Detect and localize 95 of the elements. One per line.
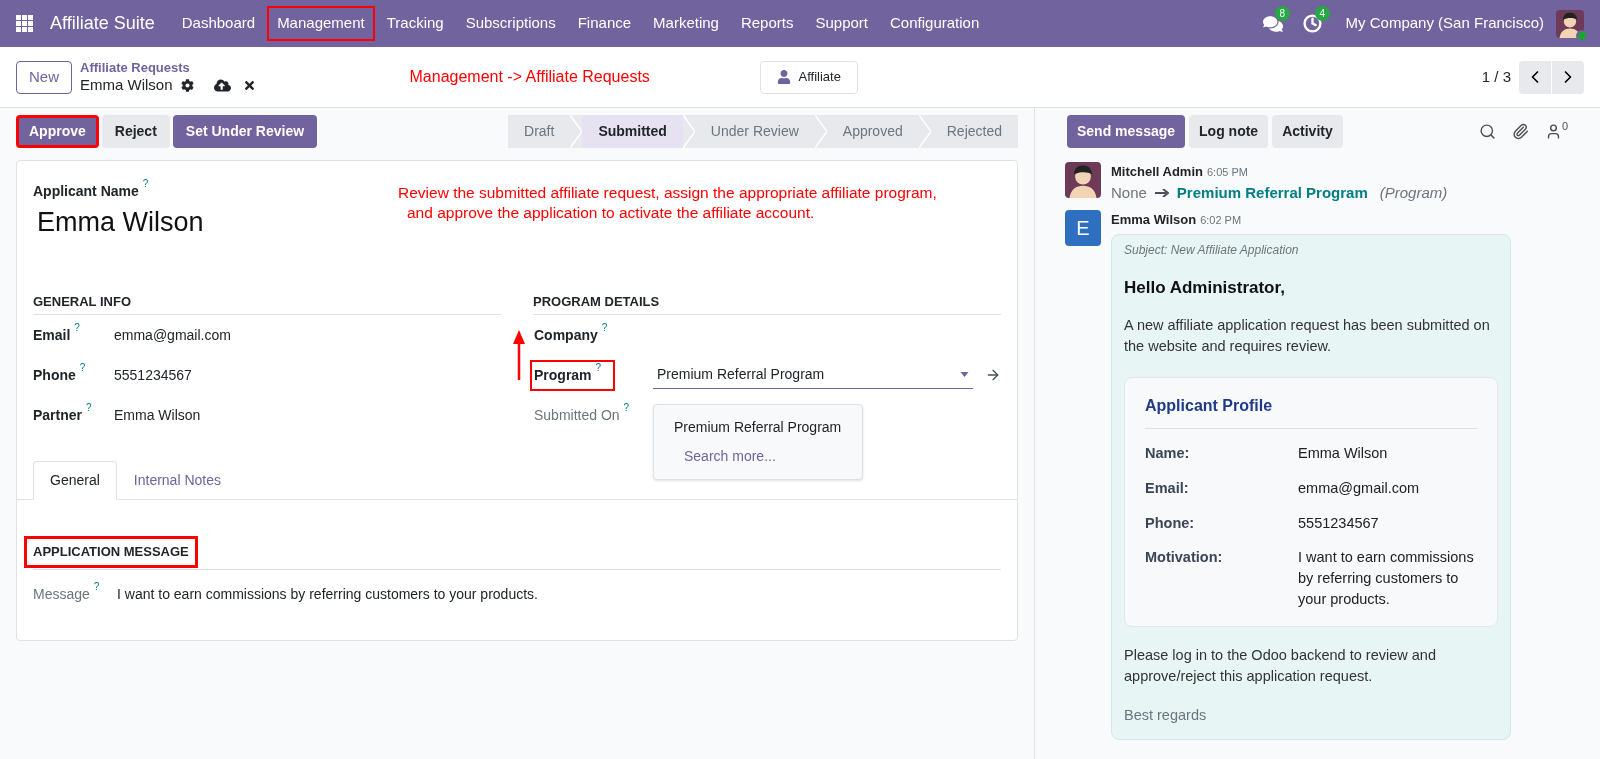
- field-value: emma@gmail.com: [114, 325, 231, 345]
- message-time: 6:02 PM: [1200, 213, 1242, 228]
- email-closing: Best regards: [1124, 706, 1208, 726]
- email-subject: Subject: New Affiliate Application: [1124, 241, 1300, 259]
- company-switcher[interactable]: My Company (San Francisco): [1345, 12, 1544, 35]
- affiliate-smart-button[interactable]: Affiliate: [759, 60, 858, 94]
- menu-item[interactable]: Subscriptions: [455, 6, 566, 41]
- pager-value[interactable]: 1 / 3: [1481, 65, 1511, 89]
- help-mark[interactable]: ?: [93, 581, 100, 592]
- field-label: Email: [33, 325, 71, 345]
- profile-value: 5551234567: [1298, 513, 1380, 533]
- message-author: Mitchell Admin: [1111, 163, 1203, 181]
- help-mark[interactable]: ?: [79, 362, 86, 373]
- profile-label: Motivation:: [1145, 548, 1224, 568]
- stage-separator-icon: [918, 114, 931, 148]
- app-name[interactable]: Affiliate Suite: [50, 10, 155, 37]
- section-heading: APPLICATION MESSAGE: [24, 536, 198, 568]
- chatter-button[interactable]: Send message: [1067, 114, 1186, 148]
- form-tab[interactable]: General: [33, 461, 117, 501]
- field-value: 5551234567: [114, 365, 192, 385]
- field-label: Partner: [33, 405, 83, 425]
- email-greeting: Hello Administrator,: [1124, 276, 1286, 299]
- help-mark[interactable]: ?: [595, 362, 602, 373]
- field-label: Submitted On: [534, 405, 620, 425]
- chatter-button[interactable]: Activity: [1272, 114, 1343, 148]
- new-button[interactable]: New: [16, 60, 72, 94]
- menu-item[interactable]: Configuration: [880, 6, 990, 41]
- search-icon[interactable]: [1478, 122, 1496, 140]
- section-heading: GENERAL INFO: [33, 291, 501, 316]
- field-label: Phone: [33, 365, 76, 385]
- menu-item[interactable]: Reports: [730, 6, 804, 41]
- field-value: Emma Wilson: [114, 405, 201, 425]
- field-label: Applicant Name: [33, 182, 139, 201]
- help-mark[interactable]: ?: [623, 402, 630, 413]
- annotation-arrow: [513, 329, 525, 380]
- record-name: Emma Wilson: [80, 75, 173, 95]
- old-value: None: [1111, 182, 1147, 203]
- profile-title: Applicant Profile: [1145, 394, 1477, 429]
- profile-value: emma@gmail.com: [1298, 478, 1421, 498]
- help-mark[interactable]: ?: [601, 322, 608, 333]
- stage-separator-icon: [570, 114, 583, 148]
- message-author: Emma Wilson: [1111, 211, 1197, 229]
- menu-item[interactable]: Tracking: [376, 6, 454, 41]
- field-value: I want to earn commissions by referring customers to your products.: [117, 584, 538, 604]
- profile-label: Email:: [1145, 478, 1190, 498]
- action-button[interactable]: Set Under Review: [172, 114, 318, 148]
- profile-label: Phone:: [1145, 513, 1196, 533]
- dropdown-caret-icon[interactable]: [960, 372, 969, 378]
- avatar-icon: [1065, 162, 1101, 198]
- profile-value: I want to earn commissions by referring customers to your products.: [1298, 548, 1475, 610]
- help-mark[interactable]: ?: [86, 402, 92, 413]
- activities-badge: 4: [1314, 6, 1331, 21]
- stage-separator-icon: [682, 114, 695, 148]
- new-value: Premium Referral Program: [1176, 182, 1368, 203]
- email-paragraph: Please log in to the Odoo backend to review and approve/reject this application request.: [1124, 646, 1437, 687]
- program-select-field[interactable]: Premium Referral Program: [653, 361, 973, 390]
- email-paragraph: A new affiliate application request has been submitted on the website and requires review.: [1124, 316, 1491, 356]
- search-more-option[interactable]: Search more...: [654, 441, 862, 471]
- help-mark[interactable]: ?: [142, 179, 149, 189]
- tracked-field: (Program): [1379, 181, 1448, 204]
- menu-item[interactable]: Dashboard: [171, 6, 266, 41]
- avatar-icon: [1556, 9, 1584, 38]
- field-label: Message: [33, 584, 90, 604]
- arrow-right-icon: [1154, 188, 1169, 197]
- menu-item[interactable]: Finance: [567, 6, 642, 41]
- followers-count: 0: [1561, 120, 1568, 132]
- user-icon: [776, 70, 791, 84]
- paperclip-icon[interactable]: [1511, 122, 1529, 140]
- chatter-button[interactable]: Log note: [1189, 114, 1269, 148]
- action-button[interactable]: Approve: [16, 114, 99, 148]
- author-avatar: E: [1065, 210, 1101, 246]
- message-time: 6:05 PM: [1206, 165, 1248, 180]
- settings-icon[interactable]: [180, 78, 194, 92]
- form-tab[interactable]: Internal Notes: [116, 461, 238, 501]
- annotation-text: Review the submitted affiliate request, assign the appropriate affiliate program,: [398, 183, 937, 203]
- stage-separator-icon: [814, 114, 827, 148]
- annotation-text: Management -> Affiliate Requests: [409, 67, 651, 87]
- field-label: Program: [534, 365, 592, 385]
- section-heading: PROGRAM DETAILS: [533, 291, 1001, 316]
- status-stage[interactable]: Submitted: [582, 114, 683, 148]
- dropdown-option[interactable]: Premium Referral Program: [654, 412, 862, 442]
- menu-item[interactable]: Management: [267, 6, 375, 41]
- action-button[interactable]: Reject: [101, 114, 170, 148]
- close-icon[interactable]: [242, 78, 256, 92]
- annotation-text: and approve the application to activate the affiliate account.: [407, 203, 816, 223]
- messages-badge: 8: [1274, 5, 1291, 21]
- profile-label: Name:: [1145, 444, 1191, 463]
- menu-item[interactable]: Marketing: [643, 6, 729, 41]
- breadcrumb-link[interactable]: Affiliate Requests: [80, 59, 256, 76]
- applicant-name-value: Emma Wilson: [37, 206, 205, 239]
- menu-item[interactable]: Support: [805, 6, 878, 41]
- help-mark[interactable]: ?: [74, 322, 80, 333]
- profile-value: Emma Wilson: [1298, 444, 1389, 463]
- apps-menu-icon[interactable]: [16, 14, 34, 33]
- field-label: Company: [534, 325, 598, 345]
